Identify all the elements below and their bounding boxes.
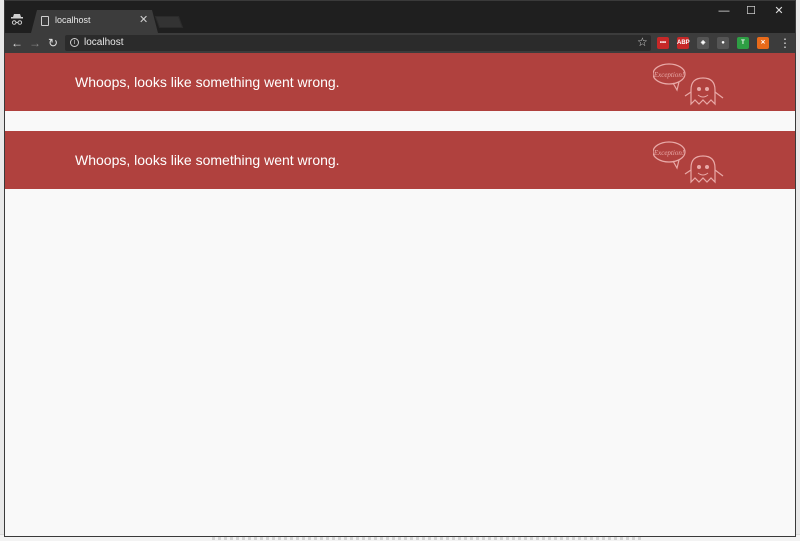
error-message: Whoops, looks like something went wrong. <box>75 74 340 90</box>
minimize-button[interactable]: — <box>711 4 737 20</box>
logo-text: Exception! <box>653 149 685 157</box>
close-window-button[interactable]: ✕ <box>766 4 792 20</box>
page-content: Whoops, looks like something went wrong.… <box>5 53 795 536</box>
t-extension-icon[interactable]: T <box>737 37 749 49</box>
address-bar[interactable]: i localhost ☆ <box>65 35 651 51</box>
incognito-icon <box>11 14 23 25</box>
ext-red-dots-icon[interactable]: ••• <box>657 37 669 49</box>
logo-text: Exception! <box>653 71 685 79</box>
ghost-ext-icon[interactable]: ● <box>717 37 729 49</box>
error-banner: Whoops, looks like something went wrong.… <box>5 53 795 111</box>
back-button[interactable]: ← <box>9 35 25 51</box>
reload-button[interactable]: ↻ <box>45 35 61 51</box>
error-message: Whoops, looks like something went wrong. <box>75 152 340 168</box>
page-favicon-icon <box>41 16 49 26</box>
browser-window: localhost ✕ — ☐ ✕ ← → ↻ i localhost ☆ ••… <box>4 0 796 537</box>
shield-icon[interactable]: ◈ <box>697 37 709 49</box>
title-bar: localhost ✕ — ☐ ✕ <box>5 1 795 33</box>
forward-button[interactable]: → <box>27 35 43 51</box>
new-tab-button[interactable] <box>154 16 184 28</box>
exception-ghost-logo-icon: Exception! <box>653 63 724 106</box>
exception-ghost-logo-icon: Exception! <box>653 141 724 184</box>
browser-menu-button[interactable]: ⋮ <box>779 35 791 51</box>
tab-close-icon[interactable]: ✕ <box>139 13 148 26</box>
bookmark-star-icon[interactable]: ☆ <box>637 35 648 49</box>
adblock-icon[interactable]: ABP <box>677 37 690 49</box>
browser-toolbar: ← → ↻ i localhost ☆ ••• ABP ◈ ● T ✕ ⋮ <box>5 33 795 53</box>
site-info-icon[interactable]: i <box>70 38 79 47</box>
url-text: localhost <box>84 37 124 48</box>
error-banner: Whoops, looks like something went wrong.… <box>5 131 795 189</box>
maximize-button[interactable]: ☐ <box>738 4 764 20</box>
tab-title: localhost <box>55 15 91 25</box>
tools-extension-icon[interactable]: ✕ <box>757 37 769 49</box>
tab-localhost[interactable]: localhost ✕ <box>31 10 158 33</box>
